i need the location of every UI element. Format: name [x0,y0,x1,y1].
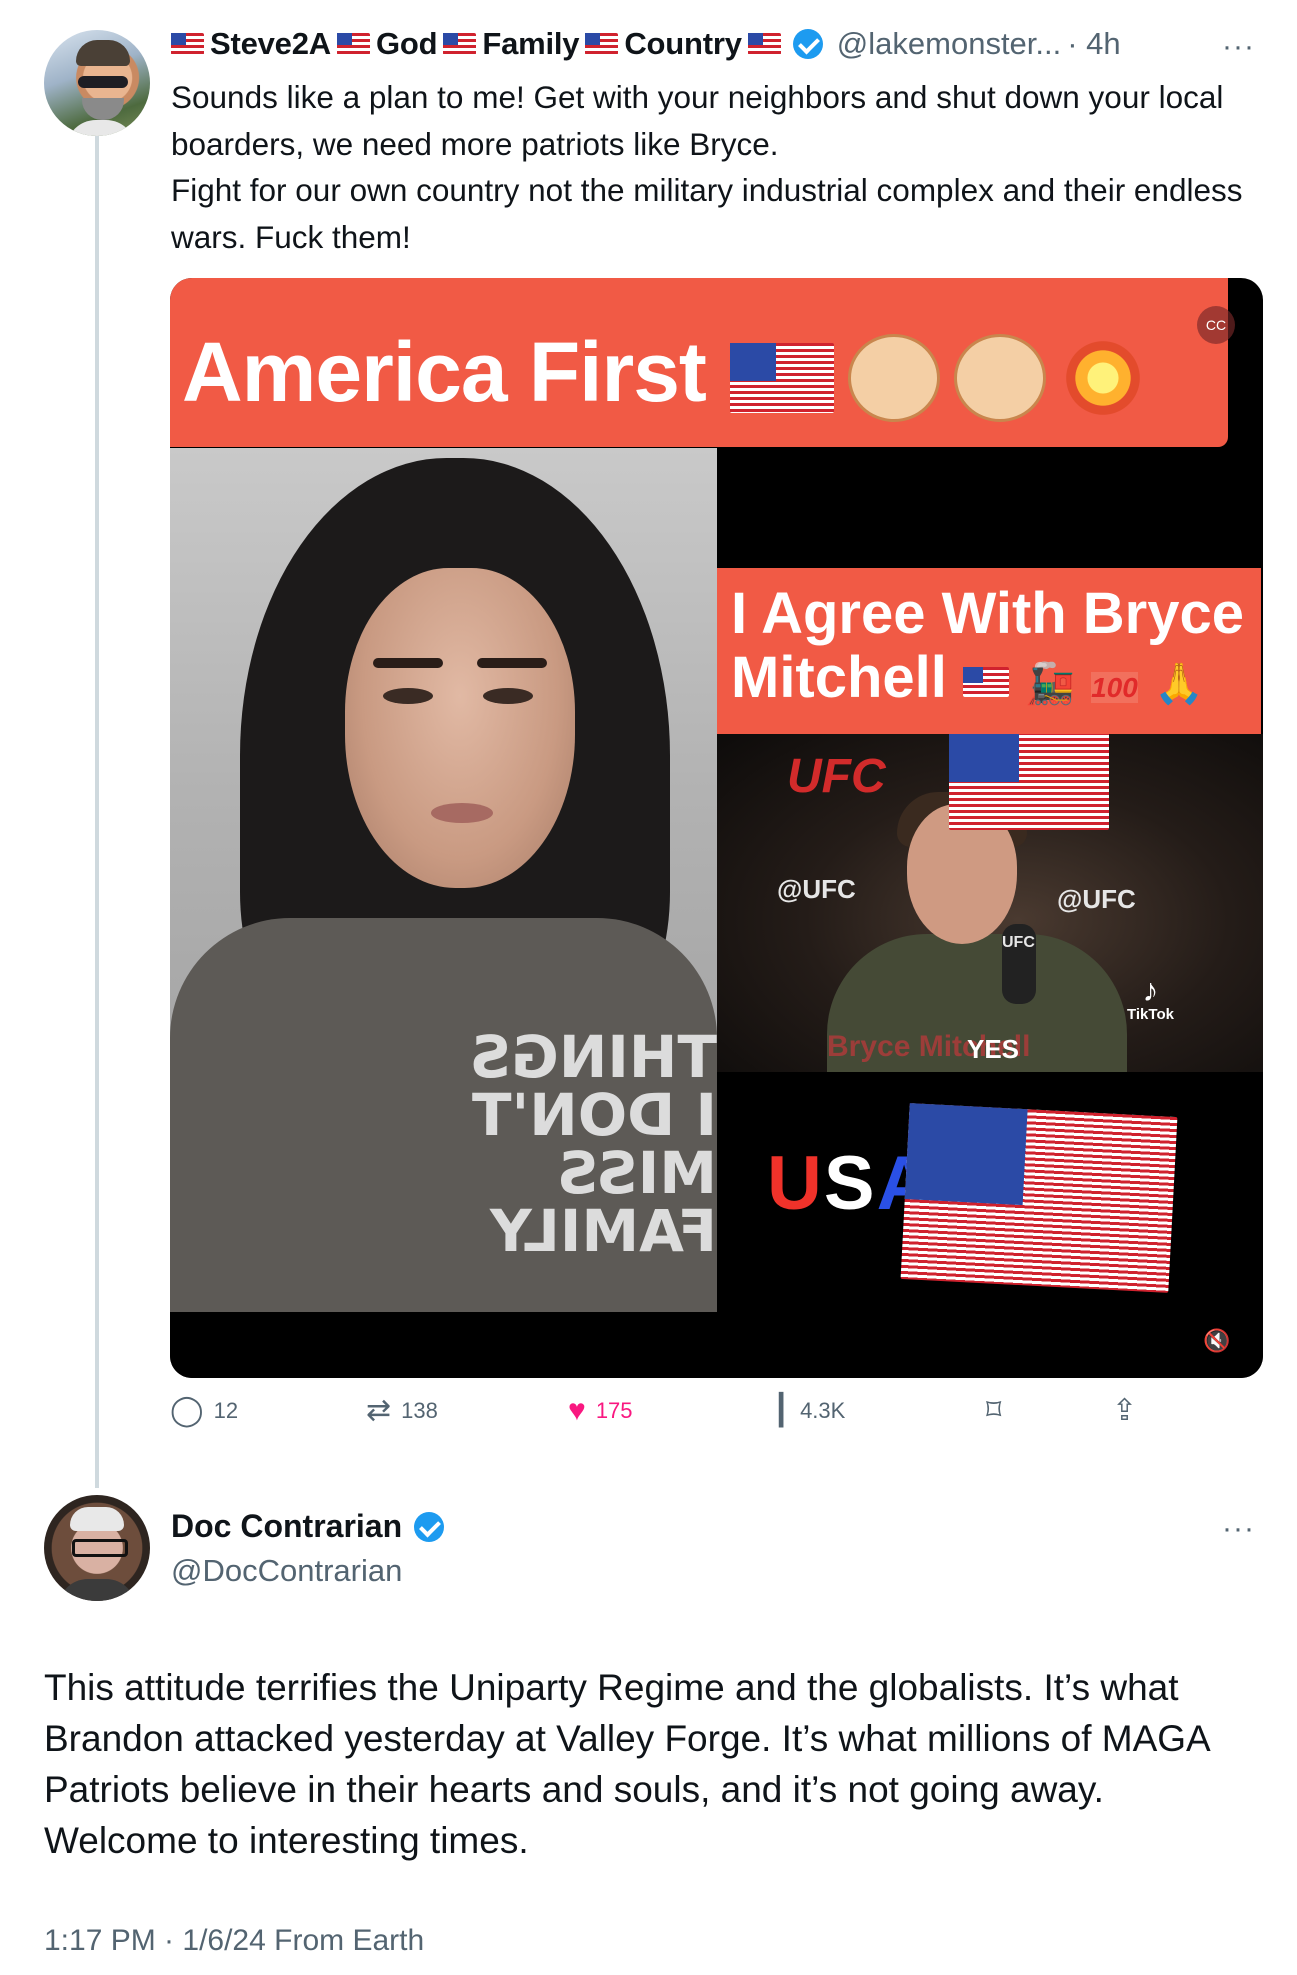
reply-count: 12 [213,1398,239,1423]
more-icon[interactable]: ··· [1222,30,1255,64]
thread-connector-line [95,136,99,1488]
like-button[interactable]: ♥ 175 [568,1396,633,1426]
avatar-steve2a[interactable] [44,30,150,136]
mic-label: UFC [1002,934,1035,951]
repost-icon: ⇄ [366,1394,392,1427]
banner-title: America First [182,325,707,419]
tweet-header: Steve2A God Family Country @lakemonster.… [171,22,1231,66]
video-right-label: I Agree With Bryce Mitchell 🚂 100 🙏 [717,568,1261,734]
praying-hands-icon: 🙏 [1153,662,1204,706]
verified-badge-icon [792,29,823,59]
avatar-doc-contrarian[interactable] [44,1495,150,1601]
more-icon[interactable]: ··· [1222,1512,1255,1546]
tweet-text: Sounds like a plan to me! Get with your … [171,74,1251,260]
repost-count: 138 [401,1398,438,1423]
train-icon: 🚂 [1025,662,1075,706]
share-icon: ⇪ [1112,1394,1138,1427]
video-control-bar [170,1312,1263,1378]
collision-icon [1060,335,1146,421]
like-icon: ♥ [568,1394,586,1427]
yes-caption: YES [967,1034,1020,1064]
flag-icon [171,33,204,55]
flag-icon [963,666,1010,697]
repost-button[interactable]: ⇄ 138 [366,1396,438,1426]
ufc-logo: UFC [787,750,886,803]
main-author-row: Doc Contrarian [171,1508,445,1545]
author-name-part[interactable]: Family [482,26,579,62]
tiktok-icon: ♪ [1142,972,1159,1008]
author-name-part[interactable]: Steve2A [210,26,331,62]
tweet-time[interactable]: · 4h [1067,26,1120,62]
flag-icon [949,734,1109,830]
author-name-part[interactable]: God [376,26,438,62]
verified-badge-icon [414,1511,445,1542]
bookmark-icon: ⌑ [986,1394,1002,1427]
tiktok-label: TikTok [1127,1006,1174,1023]
tweet-action-bar: ◯ 12 ⇄ 138 ♥ 175 ┃ 4.3K ⌑ ⇪ [170,1396,1150,1436]
video-left-panel: THINGS I DON'T MISS FAMILY [170,448,717,1312]
main-author-handle[interactable]: @DocContrarian [171,1553,402,1589]
views-count: 4.3K [800,1398,846,1423]
banner-emoji-row [730,334,1146,422]
tweet-timestamp[interactable]: 1:17 PM · 1/6/24 From Earth [44,1924,424,1958]
tweet-video[interactable]: THINGS I DON'T MISS FAMILY America First C… [170,278,1263,1378]
mute-icon[interactable]: 🔇 [1203,1328,1230,1354]
views-icon: ┃ [772,1394,791,1427]
video-right-top [717,448,1263,588]
flag-icon [900,1103,1178,1293]
tiktok-watermark: ♪ TikTok [1127,974,1174,1023]
reply-button[interactable]: ◯ 12 [170,1396,238,1426]
video-ufc-scene: UFC @UFC @UFC UFC Bryce Mitchell YES ♪ T… [717,734,1263,1072]
reply-icon: ◯ [170,1394,204,1427]
views-button[interactable]: ┃ 4.3K [772,1396,845,1426]
ufc-handle-left: @UFC [777,874,856,904]
captions-icon[interactable]: CC [1197,306,1235,344]
like-count: 175 [595,1398,633,1423]
flag-icon [730,343,834,413]
shirt-print: THINGS I DON'T MISS FAMILY [469,1023,717,1265]
tweet-text-line: Fight for our own country not the milita… [171,172,1243,255]
main-tweet-text: This attitude terrifies the Uniparty Reg… [44,1667,1209,1861]
flag-icon [443,33,477,55]
tweet-text-line: Sounds like a plan to me! Get with your … [171,79,1224,162]
flag-icon [336,33,370,55]
bookmark-button[interactable]: ⌑ [986,1396,1001,1426]
ufc-handle-right: @UFC [1057,884,1136,914]
flag-icon [747,33,781,55]
main-author-name[interactable]: Doc Contrarian [171,1508,402,1545]
author-name-part[interactable]: Country [624,26,742,62]
flexed-bicep-icon [848,334,940,422]
share-button[interactable]: ⇪ [1112,1396,1137,1426]
video-usa-panel: USA [717,1072,1263,1312]
hundred-icon: 100 [1091,672,1138,703]
fist-icon [954,334,1046,422]
video-banner: America First [170,278,1228,447]
author-handle[interactable]: @lakemonster... [837,26,1061,62]
flag-icon [585,33,619,55]
